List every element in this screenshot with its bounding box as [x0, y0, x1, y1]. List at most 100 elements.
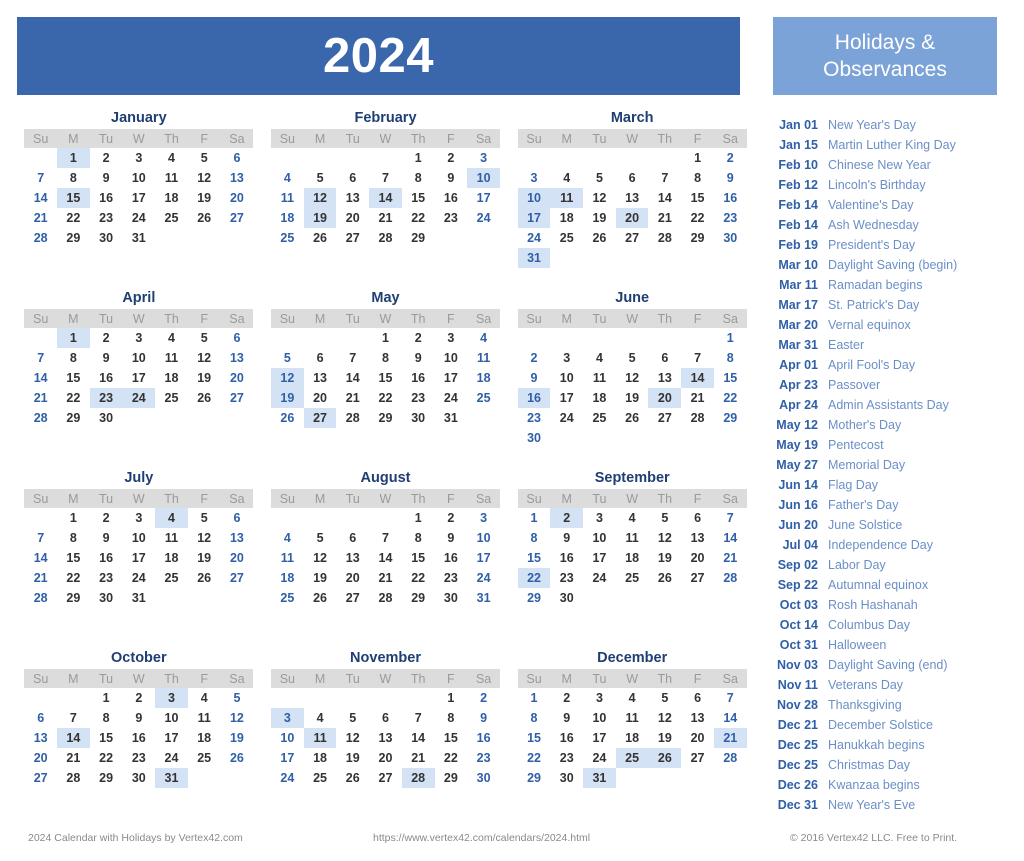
day-cell[interactable]: 30 [518, 428, 551, 448]
day-cell[interactable]: 30 [714, 228, 747, 248]
day-cell[interactable]: 9 [122, 708, 155, 728]
day-cell[interactable]: 20 [648, 388, 682, 408]
day-cell[interactable]: 27 [221, 208, 254, 228]
day-cell[interactable]: 1 [90, 688, 123, 708]
day-cell[interactable]: 26 [271, 408, 304, 428]
day-cell[interactable]: 15 [681, 188, 714, 208]
day-cell[interactable]: 20 [336, 208, 369, 228]
day-cell[interactable]: 1 [518, 508, 551, 528]
day-cell[interactable]: 15 [518, 548, 551, 568]
day-cell[interactable]: 20 [221, 368, 254, 388]
day-cell[interactable]: 28 [57, 768, 90, 788]
day-cell[interactable]: 24 [122, 388, 156, 408]
day-cell[interactable]: 28 [714, 748, 747, 768]
day-cell[interactable]: 9 [90, 168, 123, 188]
day-cell[interactable]: 8 [518, 708, 551, 728]
day-cell[interactable]: 29 [435, 768, 468, 788]
day-cell[interactable]: 29 [518, 588, 551, 608]
day-cell[interactable]: 20 [24, 748, 57, 768]
day-cell[interactable]: 27 [221, 388, 254, 408]
day-cell[interactable]: 7 [369, 168, 402, 188]
day-cell[interactable]: 6 [221, 328, 254, 348]
day-cell[interactable]: 4 [155, 328, 188, 348]
day-cell[interactable]: 3 [435, 328, 468, 348]
day-cell[interactable]: 23 [89, 388, 123, 408]
day-cell[interactable]: 11 [271, 548, 304, 568]
day-cell[interactable]: 17 [517, 208, 551, 228]
day-cell[interactable]: 30 [435, 588, 468, 608]
day-cell[interactable]: 19 [303, 208, 337, 228]
day-cell[interactable]: 26 [336, 768, 369, 788]
day-cell[interactable]: 7 [681, 348, 714, 368]
day-cell[interactable]: 24 [122, 208, 155, 228]
day-cell[interactable]: 1 [681, 148, 714, 168]
day-cell[interactable]: 26 [304, 228, 337, 248]
day-cell[interactable]: 13 [336, 548, 369, 568]
day-cell[interactable]: 30 [550, 588, 583, 608]
day-cell[interactable]: 13 [681, 708, 714, 728]
day-cell[interactable]: 28 [369, 588, 402, 608]
day-cell[interactable]: 7 [648, 168, 681, 188]
day-cell[interactable]: 27 [616, 228, 649, 248]
day-cell[interactable]: 8 [57, 348, 90, 368]
day-cell[interactable]: 16 [435, 548, 468, 568]
day-cell[interactable]: 25 [467, 388, 500, 408]
day-cell[interactable]: 15 [402, 548, 435, 568]
day-cell[interactable]: 15 [369, 368, 402, 388]
day-cell[interactable]: 14 [24, 188, 57, 208]
day-cell[interactable]: 23 [550, 568, 583, 588]
day-cell[interactable]: 17 [155, 728, 188, 748]
day-cell[interactable]: 8 [369, 348, 402, 368]
day-cell[interactable]: 1 [435, 688, 468, 708]
day-cell[interactable]: 19 [648, 548, 681, 568]
day-cell[interactable]: 22 [402, 208, 435, 228]
day-cell[interactable]: 16 [517, 388, 551, 408]
day-cell[interactable]: 18 [616, 728, 649, 748]
day-cell[interactable]: 18 [467, 368, 500, 388]
day-cell[interactable]: 13 [336, 188, 369, 208]
day-cell[interactable]: 30 [467, 768, 500, 788]
day-cell[interactable]: 14 [714, 708, 747, 728]
day-cell[interactable]: 16 [550, 728, 583, 748]
day-cell[interactable]: 3 [271, 708, 304, 728]
day-cell[interactable]: 23 [467, 748, 500, 768]
day-cell[interactable]: 21 [369, 568, 402, 588]
day-cell[interactable]: 26 [616, 408, 649, 428]
day-cell[interactable]: 13 [24, 728, 57, 748]
day-cell[interactable]: 1 [57, 328, 90, 348]
day-cell[interactable]: 24 [155, 748, 188, 768]
day-cell[interactable]: 8 [402, 168, 435, 188]
day-cell[interactable]: 2 [518, 348, 551, 368]
day-cell[interactable]: 18 [271, 208, 304, 228]
day-cell[interactable]: 14 [24, 548, 57, 568]
day-cell[interactable]: 12 [648, 708, 681, 728]
day-cell[interactable]: 10 [122, 348, 155, 368]
day-cell[interactable]: 5 [271, 348, 304, 368]
day-cell[interactable]: 1 [518, 688, 551, 708]
day-cell[interactable]: 15 [57, 368, 90, 388]
day-cell[interactable]: 5 [583, 168, 616, 188]
day-cell[interactable]: 17 [583, 548, 616, 568]
day-cell[interactable]: 16 [90, 368, 123, 388]
day-cell[interactable]: 22 [57, 388, 90, 408]
day-cell[interactable]: 7 [57, 708, 90, 728]
day-cell[interactable]: 3 [155, 688, 188, 708]
day-cell[interactable]: 28 [24, 588, 57, 608]
day-cell[interactable]: 23 [435, 568, 468, 588]
day-cell[interactable]: 1 [714, 328, 747, 348]
day-cell[interactable]: 22 [402, 568, 435, 588]
day-cell[interactable]: 30 [90, 588, 123, 608]
day-cell[interactable]: 28 [24, 408, 57, 428]
day-cell[interactable]: 26 [221, 748, 254, 768]
day-cell[interactable]: 20 [221, 548, 254, 568]
day-cell[interactable]: 27 [24, 768, 57, 788]
day-cell[interactable]: 17 [583, 728, 616, 748]
day-cell[interactable]: 10 [122, 168, 155, 188]
day-cell[interactable]: 27 [369, 768, 402, 788]
day-cell[interactable]: 26 [188, 208, 221, 228]
day-cell[interactable]: 26 [583, 228, 616, 248]
day-cell[interactable]: 6 [681, 508, 714, 528]
day-cell[interactable]: 31 [517, 248, 551, 268]
day-cell[interactable]: 15 [518, 728, 551, 748]
day-cell[interactable]: 26 [188, 388, 221, 408]
